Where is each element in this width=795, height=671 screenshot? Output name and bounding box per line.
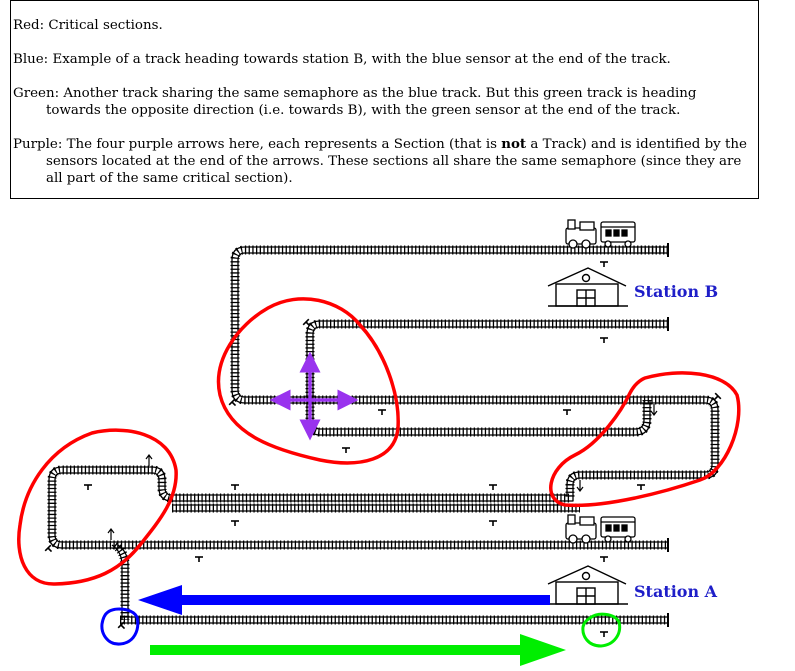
station-b-label: Station B: [634, 282, 718, 301]
station-a-label: Station A: [634, 582, 718, 601]
sensor-icon: [378, 409, 386, 415]
arrow-up-icon: [107, 528, 115, 540]
sensor-icon: [231, 484, 239, 490]
track-upper-spur: [305, 319, 668, 437]
sensor-icon: [489, 484, 497, 490]
sensor-icon: [600, 261, 608, 267]
sensor-icon: [195, 556, 203, 562]
sensor-icon: [489, 520, 497, 526]
sensor-icon: [342, 447, 350, 453]
arrow-up-icon: [145, 454, 153, 466]
sensor-icon: [563, 409, 571, 415]
track-diagram: Station B Station A: [17, 219, 741, 666]
arrow-down-icon: [576, 480, 584, 492]
sensor-icon: [637, 484, 645, 490]
sensor-icon: [231, 520, 239, 526]
sensor-icon: [600, 337, 608, 343]
train-icon: [565, 219, 636, 249]
train-icon: [565, 514, 636, 544]
green-track-arrow: [150, 634, 566, 666]
sensor-icon: [84, 484, 92, 490]
sensor-icon: [600, 631, 608, 637]
sensor-icon: [600, 556, 608, 562]
arrow-down-icon: [650, 404, 658, 416]
critical-section-left: [17, 428, 178, 586]
station-building-icon: [547, 565, 628, 605]
station-building-icon: [547, 267, 628, 307]
blue-track-arrow: [138, 585, 550, 615]
